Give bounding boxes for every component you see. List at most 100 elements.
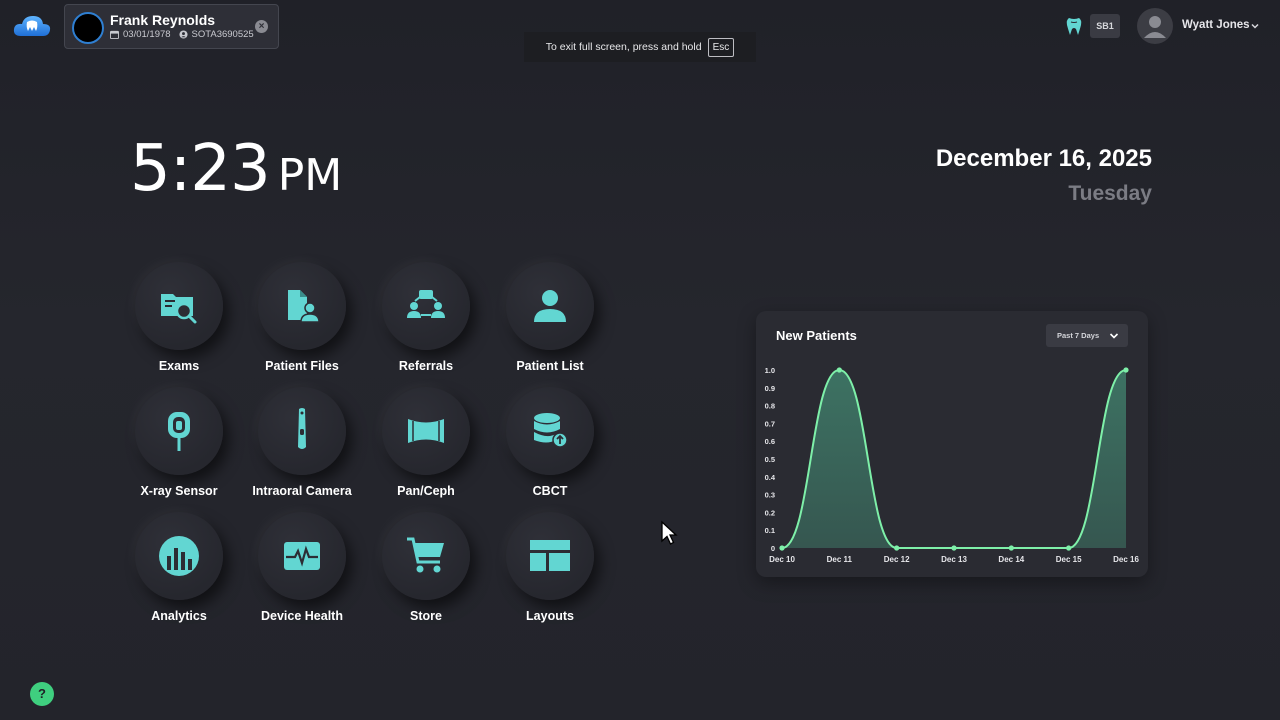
tile-store-circle[interactable] bbox=[382, 512, 470, 600]
tile-pan-ceph-label: Pan/Ceph bbox=[397, 484, 455, 498]
tile-layouts-circle[interactable] bbox=[506, 512, 594, 600]
patient-avatar bbox=[72, 12, 104, 44]
y-tick-label: 0 bbox=[771, 544, 775, 553]
y-tick-label: 0.3 bbox=[765, 491, 775, 500]
tile-store-label: Store bbox=[410, 609, 442, 623]
tile-layouts-label: Layouts bbox=[526, 609, 574, 623]
intraoral-camera-icon bbox=[298, 408, 306, 449]
tile-analytics-label: Analytics bbox=[151, 609, 207, 623]
shopping-cart-icon bbox=[407, 537, 444, 573]
tile-pan-ceph-circle[interactable] bbox=[382, 387, 470, 475]
patient-meta: 03/01/1978 SOTA3690525 bbox=[110, 29, 254, 40]
bar-chart-icon bbox=[159, 536, 199, 576]
patient-name: Frank Reynolds bbox=[110, 12, 216, 28]
x-tick-label: Dec 15 bbox=[1056, 555, 1082, 564]
range-selector-label: Past 7 Days bbox=[1057, 331, 1100, 340]
date-weekday: Tuesday bbox=[1068, 182, 1152, 205]
heartbeat-monitor-icon bbox=[284, 542, 320, 570]
folder-search-icon bbox=[161, 294, 197, 324]
tile-patient-list[interactable]: Patient List bbox=[496, 262, 606, 382]
y-tick-label: 0.5 bbox=[765, 455, 775, 464]
y-tick-label: 0.6 bbox=[765, 437, 775, 446]
data-point bbox=[836, 367, 842, 373]
y-tick-label: 1.0 bbox=[765, 366, 775, 375]
x-tick-label: Dec 11 bbox=[827, 555, 853, 564]
tile-layouts[interactable]: Layouts bbox=[496, 512, 606, 632]
active-patient-card[interactable]: Frank Reynolds 03/01/1978 SOTA3690525 × bbox=[64, 4, 279, 49]
tile-referrals-circle[interactable] bbox=[382, 262, 470, 350]
tile-exams[interactable]: Exams bbox=[125, 262, 235, 382]
close-patient-icon[interactable]: × bbox=[255, 20, 268, 33]
site-badge[interactable]: SB1 bbox=[1090, 14, 1120, 38]
panoramic-icon bbox=[408, 419, 444, 443]
data-point bbox=[1008, 545, 1014, 551]
person-icon bbox=[534, 290, 566, 322]
tile-exams-circle[interactable] bbox=[135, 262, 223, 350]
tile-device-health-circle[interactable] bbox=[258, 512, 346, 600]
new-patients-card: 0 0.1 0.2 0.3 0.4 0.5 0.6 0.7 0.8 0.9 1.0 Dec 10 Dec… bbox=[756, 311, 1148, 577]
y-tick-label: 0.1 bbox=[765, 526, 775, 535]
x-tick-label: Dec 10 bbox=[769, 555, 795, 564]
tooth-icon[interactable] bbox=[1066, 17, 1082, 36]
y-tick-label: 0.9 bbox=[765, 384, 775, 393]
chart-title: New Patients bbox=[776, 328, 857, 343]
data-point bbox=[1066, 545, 1072, 551]
user-silhouette-icon bbox=[1144, 16, 1166, 38]
x-tick-label: Dec 12 bbox=[884, 555, 910, 564]
clock-ampm: PM bbox=[277, 150, 343, 201]
tile-pan-ceph[interactable]: Pan/Ceph bbox=[372, 387, 482, 507]
tile-referrals[interactable]: Referrals bbox=[372, 262, 482, 382]
chevron-down-icon bbox=[1109, 333, 1119, 339]
fullscreen-toast: To exit full screen, press and hold Esc bbox=[524, 32, 756, 62]
referral-network-icon bbox=[407, 290, 445, 318]
user-avatar[interactable] bbox=[1137, 8, 1173, 44]
y-tick-label: 0.7 bbox=[765, 419, 775, 428]
tile-intraoral-camera[interactable]: Intraoral Camera bbox=[248, 387, 358, 507]
tile-referrals-label: Referrals bbox=[398, 359, 454, 373]
y-tick-label: 0.8 bbox=[765, 402, 775, 411]
tile-patient-list-circle[interactable] bbox=[506, 262, 594, 350]
layout-grid-icon bbox=[530, 540, 570, 571]
tile-patient-files[interactable]: Patient Files bbox=[248, 262, 358, 382]
tile-xray-sensor[interactable]: X-ray Sensor bbox=[125, 387, 235, 507]
x-tick-label: Dec 16 bbox=[1113, 555, 1139, 564]
data-point bbox=[779, 545, 785, 551]
series-area bbox=[782, 370, 1126, 548]
data-point bbox=[1123, 367, 1129, 373]
mouse-cursor-icon bbox=[661, 520, 678, 545]
x-tick-label: Dec 13 bbox=[941, 555, 967, 564]
tile-patient-list-label: Patient List bbox=[516, 359, 584, 373]
tile-intraoral-camera-circle[interactable] bbox=[258, 387, 346, 475]
date-full: December 16, 2025 bbox=[935, 145, 1152, 172]
tile-device-health[interactable]: Device Health bbox=[248, 512, 358, 632]
range-selector[interactable]: Past 7 Days bbox=[1046, 324, 1128, 347]
tile-cbct-label: CBCT bbox=[532, 484, 568, 498]
toast-message: To exit full screen, press and hold bbox=[545, 41, 702, 53]
esc-key: Esc bbox=[707, 37, 735, 57]
data-point bbox=[894, 545, 900, 551]
id-badge-icon bbox=[178, 30, 188, 39]
tile-exams-label: Exams bbox=[158, 359, 200, 373]
y-tick-label: 0.2 bbox=[765, 508, 775, 517]
tile-device-health-label: Device Health bbox=[261, 609, 343, 623]
database-upload-icon bbox=[534, 413, 568, 448]
tile-analytics-circle[interactable] bbox=[135, 512, 223, 600]
tile-patient-files-circle[interactable] bbox=[258, 262, 346, 350]
user-name[interactable]: Wyatt Jones bbox=[1182, 19, 1250, 31]
tile-intraoral-camera-label: Intraoral Camera bbox=[252, 484, 352, 498]
cloud-tooth-logo-icon[interactable] bbox=[12, 12, 52, 40]
file-user-icon bbox=[288, 290, 320, 323]
data-point bbox=[951, 545, 957, 551]
new-patients-chart: 0 0.1 0.2 0.3 0.4 0.5 0.6 0.7 0.8 0.9 1.0 Dec 10 Dec… bbox=[765, 366, 1140, 564]
tile-analytics[interactable]: Analytics bbox=[125, 512, 235, 632]
tile-xray-sensor-circle[interactable] bbox=[135, 387, 223, 475]
tile-store[interactable]: Store bbox=[372, 512, 482, 632]
calendar-icon bbox=[110, 30, 119, 39]
patient-dob: 03/01/1978 bbox=[123, 29, 171, 40]
tile-cbct[interactable]: CBCT bbox=[496, 387, 606, 507]
chevron-down-icon[interactable] bbox=[1250, 21, 1260, 31]
tile-xray-sensor-label: X-ray Sensor bbox=[140, 484, 218, 498]
help-button[interactable]: ? bbox=[30, 682, 54, 706]
tile-cbct-circle[interactable] bbox=[506, 387, 594, 475]
xray-sensor-icon bbox=[168, 412, 190, 451]
